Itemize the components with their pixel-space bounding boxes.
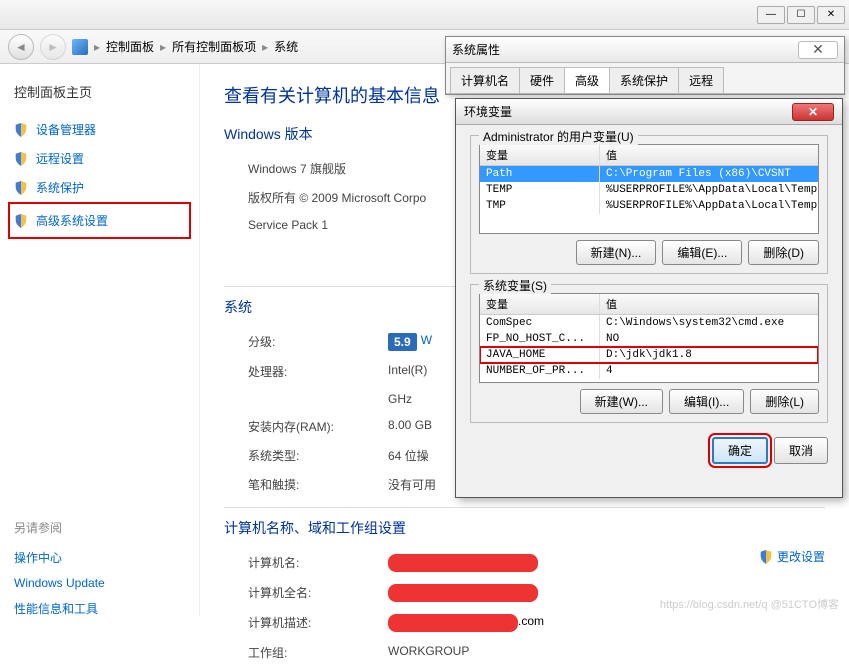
tab-advanced[interactable]: 高级 (564, 67, 610, 93)
sidebar-item-label: 系统保护 (36, 179, 84, 196)
window-title-bar: — ☐ ✕ (0, 0, 849, 30)
table-row[interactable]: ComSpec C:\Windows\system32\cmd.exe (480, 315, 818, 331)
chevron-right-icon: ▸ (260, 40, 270, 54)
user-variables-table[interactable]: 变量 值 Path C:\Program Files (x86)\CVSNT T… (479, 144, 819, 234)
close-icon[interactable]: ✕ (792, 103, 834, 121)
back-button[interactable]: ◄ (8, 34, 34, 60)
close-icon[interactable]: ✕ (798, 41, 838, 59)
chevron-right-icon: ▸ (92, 40, 102, 54)
description-value: .com (518, 614, 544, 632)
dialog-title: 环境变量 (464, 103, 512, 120)
col-variable[interactable]: 变量 (480, 145, 600, 165)
chevron-right-icon: ▸ (158, 40, 168, 54)
shield-icon (14, 151, 28, 167)
system-variables-group: 系统变量(S) 变量 值 ComSpec C:\Windows\system32… (470, 284, 828, 423)
sidebar-title: 控制面板主页 (14, 82, 185, 101)
tab-system-protection[interactable]: 系统保护 (609, 67, 679, 93)
ok-button[interactable]: 确定 (712, 437, 768, 464)
user-vars-label: Administrator 的用户变量(U) (479, 128, 638, 145)
cpu-ghz: GHz (388, 392, 412, 406)
sidebar: 控制面板主页 设备管理器 远程设置 系统保护 高级系统设置 另请参阅 操作中心 … (0, 64, 200, 616)
sidebar-item-label: 高级系统设置 (36, 212, 108, 229)
footer-link-performance[interactable]: 性能信息和工具 (14, 595, 185, 622)
table-row[interactable]: TEMP %USERPROFILE%\AppData\Local\Temp (480, 182, 818, 198)
delete-sys-var-button[interactable]: 删除(L) (750, 389, 819, 414)
delete-user-var-button[interactable]: 删除(D) (748, 240, 819, 265)
windows-edition: Windows 7 旗舰版 (248, 160, 346, 177)
col-value[interactable]: 值 (600, 145, 818, 165)
cancel-button[interactable]: 取消 (774, 437, 828, 464)
pen-value: 没有可用 (388, 476, 436, 493)
table-row[interactable]: FP_NO_HOST_C... NO (480, 331, 818, 347)
shield-icon (14, 122, 28, 138)
dialog-title: 系统属性 (452, 41, 500, 58)
redacted-value (388, 614, 518, 632)
table-row[interactable]: NUMBER_OF_PR... 4 (480, 363, 818, 379)
shield-icon (14, 213, 28, 229)
type-value: 64 位操 (388, 447, 429, 464)
redacted-value (388, 584, 538, 602)
shield-icon (759, 550, 773, 564)
pen-label: 笔和触摸: (248, 476, 388, 493)
computer-name-label: 计算机名: (248, 554, 388, 572)
type-label: 系统类型: (248, 447, 388, 464)
table-row[interactable]: TMP %USERPROFILE%\AppData\Local\Temp (480, 198, 818, 214)
full-name-label: 计算机全名: (248, 584, 388, 602)
sidebar-system-protection[interactable]: 系统保护 (14, 173, 185, 202)
breadcrumb[interactable]: ▸ 控制面板 ▸ 所有控制面板项 ▸ 系统 (72, 38, 298, 55)
breadcrumb-seg[interactable]: 系统 (274, 38, 298, 55)
change-settings-link[interactable]: 更改设置 (759, 548, 825, 565)
cpu-label: 处理器: (248, 363, 388, 380)
sidebar-device-manager[interactable]: 设备管理器 (14, 115, 185, 144)
sidebar-item-label: 设备管理器 (36, 121, 96, 138)
footer-link-action-center[interactable]: 操作中心 (14, 544, 185, 571)
sys-vars-label: 系统变量(S) (479, 277, 551, 294)
shield-icon (14, 180, 28, 196)
control-panel-icon (72, 39, 88, 55)
computer-name-section-title: 计算机名称、域和工作组设置 (224, 518, 825, 538)
system-variables-table[interactable]: 变量 值 ComSpec C:\Windows\system32\cmd.exe… (479, 293, 819, 383)
breadcrumb-seg[interactable]: 所有控制面板项 (172, 38, 256, 55)
sidebar-advanced-system-settings[interactable]: 高级系统设置 (14, 206, 185, 235)
rating-label: 分级: (248, 333, 388, 351)
sidebar-item-label: 远程设置 (36, 150, 84, 167)
sidebar-remote-settings[interactable]: 远程设置 (14, 144, 185, 173)
dialog-title-bar[interactable]: 系统属性 ✕ (446, 37, 844, 63)
col-value[interactable]: 值 (600, 294, 818, 314)
system-properties-dialog: 系统属性 ✕ 计算机名 硬件 高级 系统保护 远程 (445, 36, 845, 95)
rating-badge[interactable]: 5.9 (388, 333, 417, 351)
tab-computer-name[interactable]: 计算机名 (450, 67, 520, 93)
watermark: https://blog.csdn.net/q @51CTO博客 (660, 596, 839, 612)
tab-remote[interactable]: 远程 (678, 67, 724, 93)
rating-link[interactable]: W (421, 333, 432, 351)
new-sys-var-button[interactable]: 新建(W)... (580, 389, 663, 414)
workgroup-label: 工作组: (248, 644, 388, 661)
minimize-button[interactable]: — (757, 6, 785, 24)
forward-button[interactable]: ► (40, 34, 66, 60)
see-also-title: 另请参阅 (14, 519, 185, 536)
redacted-value (388, 554, 538, 572)
user-variables-group: Administrator 的用户变量(U) 变量 值 Path C:\Prog… (470, 135, 828, 274)
table-row-java-home[interactable]: JAVA_HOME D:\jdk\jdk1.8 (480, 347, 818, 363)
dialog-title-bar[interactable]: 环境变量 ✕ (456, 99, 842, 125)
col-variable[interactable]: 变量 (480, 294, 600, 314)
ram-label: 安装内存(RAM): (248, 418, 388, 435)
edit-sys-var-button[interactable]: 编辑(I)... (669, 389, 744, 414)
tab-strip: 计算机名 硬件 高级 系统保护 远程 (446, 63, 844, 94)
ram-value: 8.00 GB (388, 418, 432, 435)
close-button[interactable]: ✕ (817, 6, 845, 24)
environment-variables-dialog: 环境变量 ✕ Administrator 的用户变量(U) 变量 值 Path … (455, 98, 843, 498)
service-pack: Service Pack 1 (248, 218, 328, 232)
footer-link-windows-update[interactable]: Windows Update (14, 571, 185, 595)
table-row[interactable]: Path C:\Program Files (x86)\CVSNT (480, 166, 818, 182)
edit-user-var-button[interactable]: 编辑(E)... (662, 240, 742, 265)
maximize-button[interactable]: ☐ (787, 6, 815, 24)
copyright: 版权所有 © 2009 Microsoft Corpo (248, 189, 426, 206)
tab-hardware[interactable]: 硬件 (519, 67, 565, 93)
workgroup-value: WORKGROUP (388, 644, 469, 661)
cpu-value: Intel(R) (388, 363, 427, 380)
new-user-var-button[interactable]: 新建(N)... (576, 240, 657, 265)
description-label: 计算机描述: (248, 614, 388, 632)
breadcrumb-seg[interactable]: 控制面板 (106, 38, 154, 55)
